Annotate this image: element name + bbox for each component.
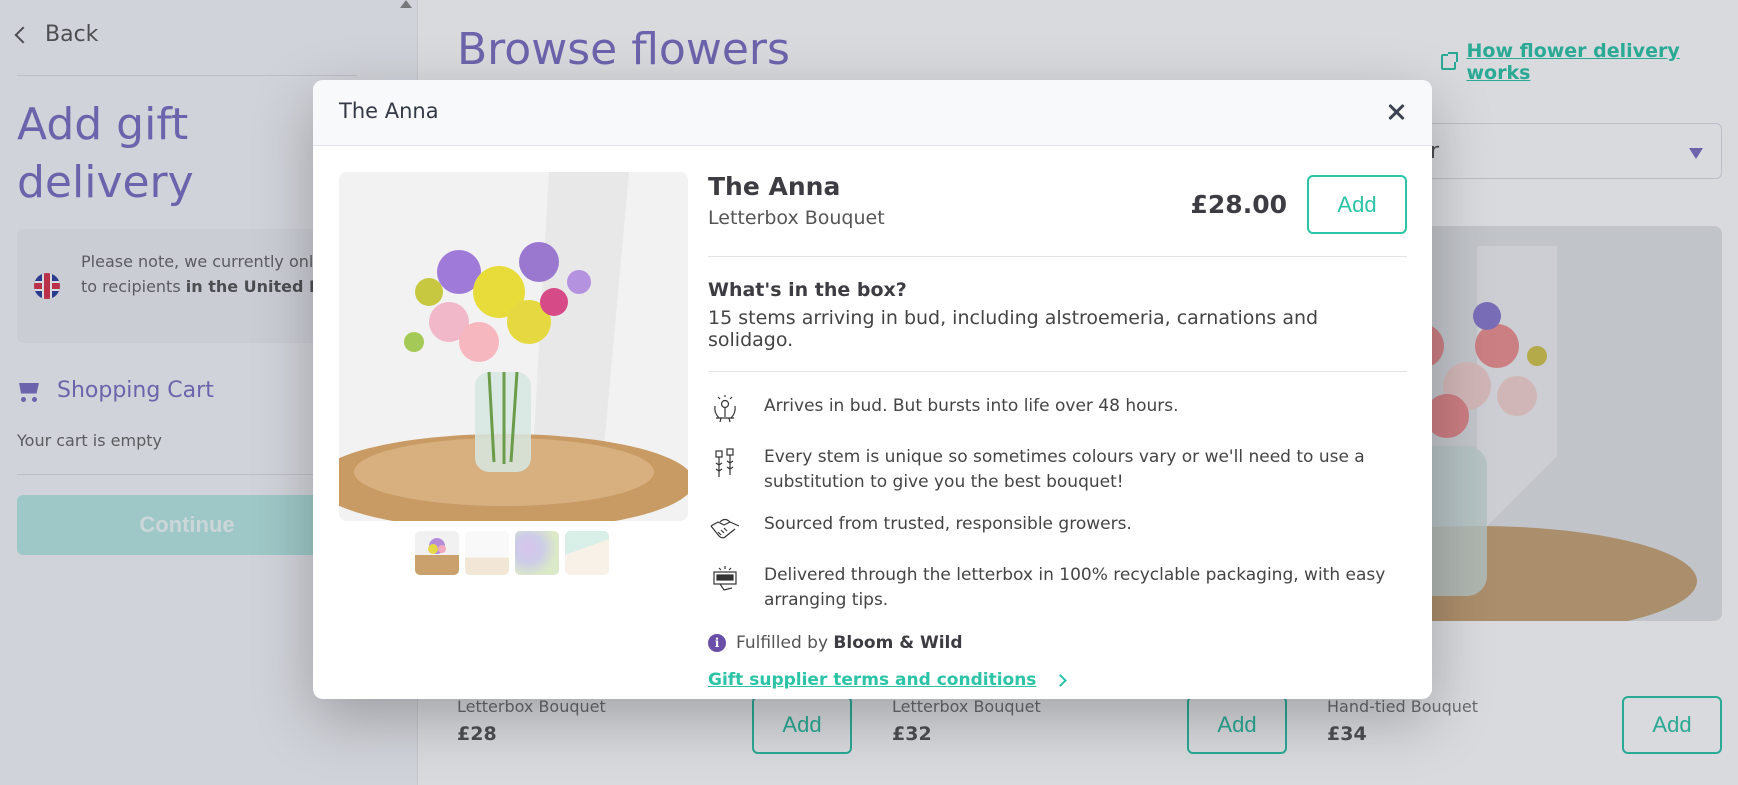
modal-header: The Anna: [313, 80, 1432, 146]
product-name: The Anna: [708, 172, 841, 201]
feature-text: Arrives in bud. But bursts into life ove…: [764, 396, 1179, 416]
supplier-terms-link[interactable]: Gift supplier terms and conditions: [708, 670, 1036, 690]
bouquet-photo: [339, 172, 688, 521]
blooming-hands-icon: [714, 395, 736, 423]
info-icon: i: [708, 634, 726, 652]
feature-text: Delivered through the letterbox in 100% …: [764, 565, 1386, 610]
modal-title: The Anna: [339, 99, 439, 123]
feature-item: Every stem is unique so sometimes colour…: [708, 445, 1407, 495]
feature-text: Every stem is unique so sometimes colour…: [764, 447, 1365, 492]
handshake-icon: [710, 518, 740, 539]
box-heading: What's in the box?: [708, 279, 907, 301]
fulfilled-by: i Fulfilled by Bloom & Wild: [708, 633, 1407, 653]
fulfilled-prefix: Fulfilled by: [736, 633, 829, 653]
product-price: £28.00: [1190, 190, 1287, 219]
thumbnail-3[interactable]: [515, 531, 559, 575]
product-info: The Anna Letterbox Bouquet £28.00 Add Wh…: [708, 172, 1407, 690]
close-icon[interactable]: [1384, 100, 1408, 124]
product-modal: The Anna The Anna Letterbox Bouquet £28.…: [313, 80, 1432, 699]
box-description: 15 stems arriving in bud, including alst…: [708, 307, 1319, 351]
feature-text: Sourced from trusted, responsible grower…: [764, 514, 1132, 534]
feature-item: Delivered through the letterbox in 100% …: [708, 563, 1407, 613]
feature-item: Arrives in bud. But bursts into life ove…: [708, 394, 1407, 428]
product-type: Letterbox Bouquet: [708, 207, 885, 229]
feature-item: Sourced from trusted, responsible grower…: [708, 512, 1407, 546]
thumbnail-strip: [415, 531, 609, 575]
thumbnail-1[interactable]: [415, 531, 459, 575]
terms-row: Gift supplier terms and conditions: [708, 670, 1407, 690]
letterbox-icon: [713, 566, 737, 591]
add-to-cart-button[interactable]: Add: [1307, 175, 1407, 234]
thumbnail-4[interactable]: [565, 531, 609, 575]
unique-stems-icon: [715, 448, 734, 477]
supplier-name: Bloom & Wild: [833, 633, 963, 653]
chevron-right-icon[interactable]: [1054, 673, 1068, 687]
product-main-image: [339, 172, 688, 521]
thumbnail-2[interactable]: [465, 531, 509, 575]
